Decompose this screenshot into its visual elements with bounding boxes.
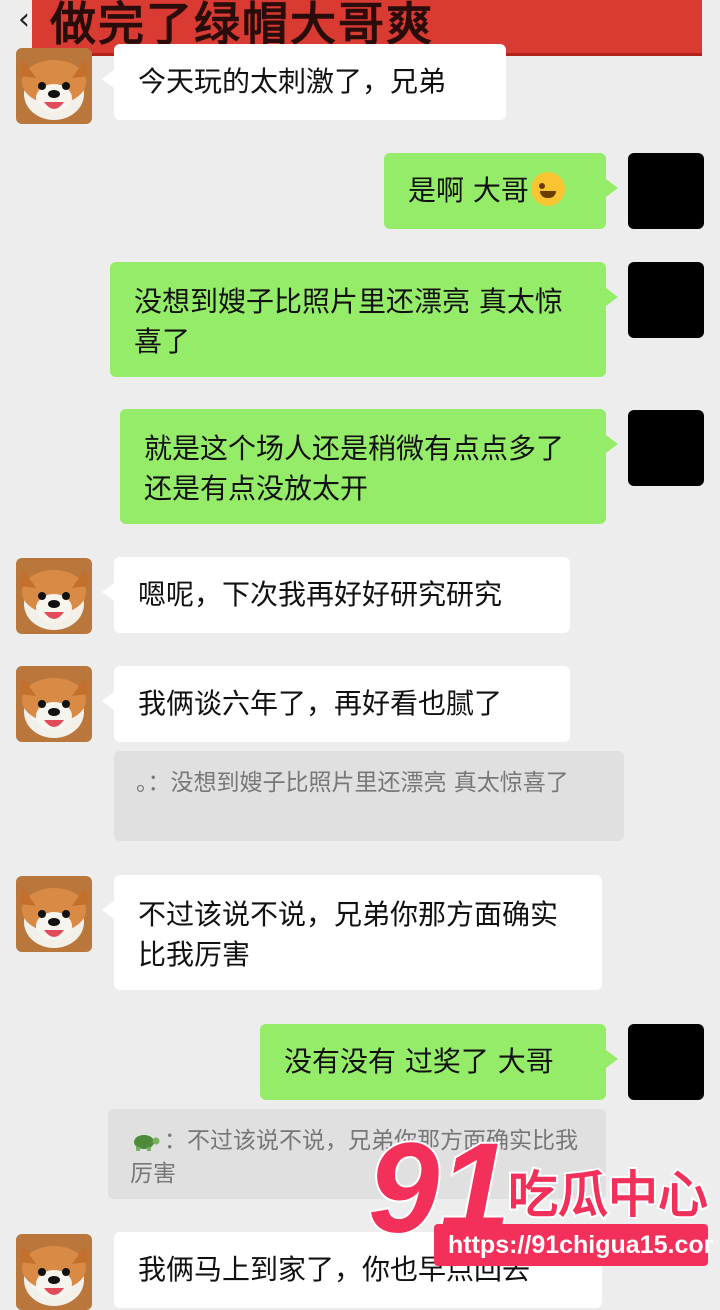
message-bubble[interactable]: 是啊 大哥: [384, 153, 618, 229]
message-bubble[interactable]: 就是这个场人还是稍微有点点多了 还是有点没放太开: [120, 409, 618, 524]
shiba-avatar[interactable]: [16, 48, 92, 124]
shiba-avatar[interactable]: [16, 1234, 92, 1310]
back-icon[interactable]: ‹: [18, 2, 30, 37]
shiba-avatar[interactable]: [16, 666, 92, 742]
user-avatar[interactable]: [628, 1024, 704, 1100]
message-bubble[interactable]: 我俩谈六年了，再好看也腻了: [102, 666, 570, 742]
user-avatar[interactable]: [628, 262, 704, 338]
site-watermark-logo: 91 吃瓜中心 https://91chigua15.com: [368, 1120, 713, 1266]
message-bubble[interactable]: 没想到嫂子比照片里还漂亮 真太惊喜了: [110, 262, 618, 377]
message-bubble[interactable]: 不过该说不说，兄弟你那方面确实比我厉害: [102, 875, 602, 990]
message-bubble[interactable]: 嗯呢，下次我再好好研究研究: [102, 557, 570, 633]
message-bubble[interactable]: 没有没有 过奖了 大哥: [260, 1024, 618, 1100]
watermark-url: https://91chigua15.com: [448, 1231, 713, 1259]
message-text: 是啊 大哥: [408, 174, 529, 207]
user-avatar[interactable]: [628, 153, 704, 229]
laughing-emoji-icon: [530, 172, 565, 206]
user-avatar[interactable]: [628, 410, 704, 486]
turtle-icon: [134, 1135, 160, 1151]
shiba-avatar[interactable]: [16, 876, 92, 952]
shiba-avatar[interactable]: [16, 558, 92, 634]
message-bubble[interactable]: 今天玩的太刺激了，兄弟: [102, 44, 506, 120]
quoted-reply[interactable]: 。：没想到嫂子比照片里还漂亮 真太惊喜了: [114, 751, 624, 841]
watermark-title: 吃瓜中心: [508, 1166, 708, 1224]
